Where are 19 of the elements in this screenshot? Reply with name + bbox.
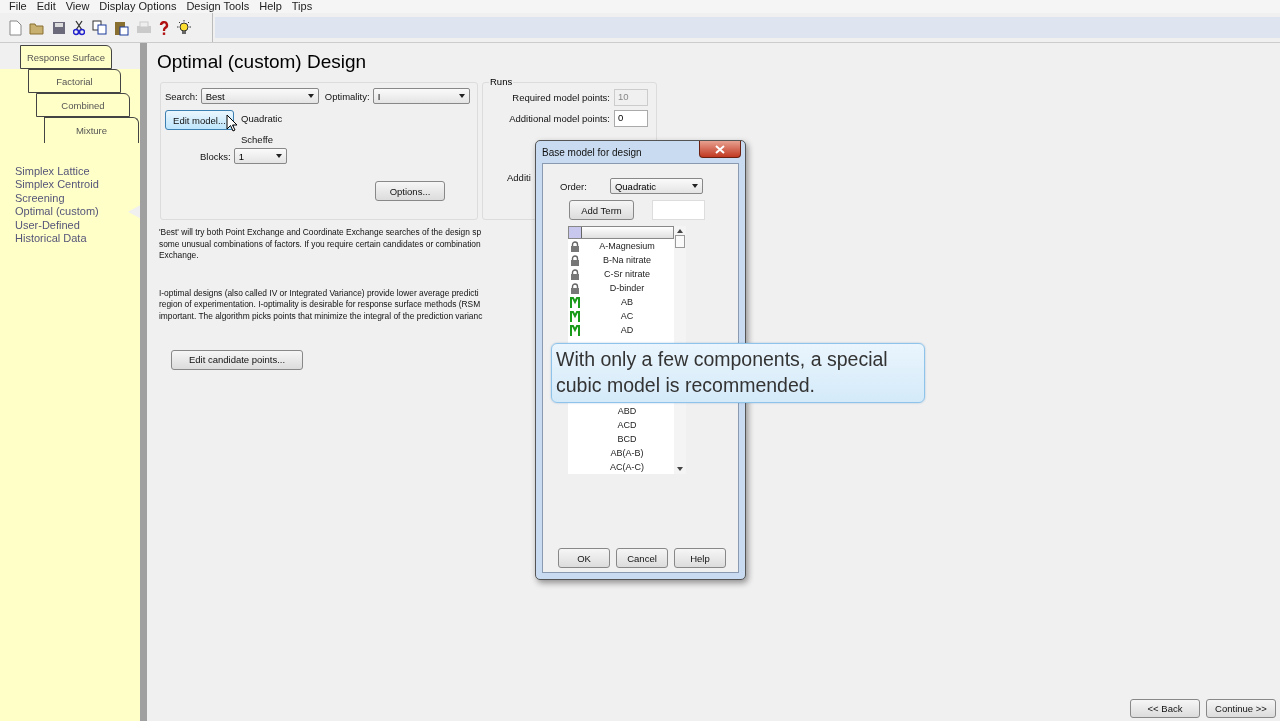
tooltip: With only a few components, a special cubic model is recommended. xyxy=(551,343,925,403)
runs-label: Additional model points: xyxy=(509,113,610,124)
runs-title: Runs xyxy=(489,76,514,87)
description-line: I-optimal designs (also called IV or Integrated Variance) provide lower average predicti xyxy=(159,287,479,299)
blocks-label: Blocks: xyxy=(200,150,231,162)
runs-label: Additi xyxy=(507,172,531,183)
description-line: important. The algorithm picks points that minimize the integral of the prediction varianc xyxy=(159,310,483,322)
description-line: 'Best' will try both Point Exchange and Coordinate Exchange searches of the design sp xyxy=(159,227,482,239)
page-title: Optimal (custom) Design xyxy=(157,50,368,74)
optimality-label: Optimality: xyxy=(324,90,370,102)
order-label: Order: xyxy=(560,180,587,192)
description-line: region of experimentation. I-optimality is desirable for response surface methods (RSM xyxy=(159,299,481,311)
description-line: some unusual combinations of factors. If you require certain candidates or combination xyxy=(159,238,481,250)
model-order-text: Quadratic xyxy=(241,113,283,124)
dialog-title: Base model for design xyxy=(542,147,642,158)
description-line: Exchange. xyxy=(159,250,199,262)
runs-label: Required model points: xyxy=(512,92,610,103)
model-type-text: Scheffe xyxy=(241,134,275,145)
search-label: Search: xyxy=(165,90,198,102)
